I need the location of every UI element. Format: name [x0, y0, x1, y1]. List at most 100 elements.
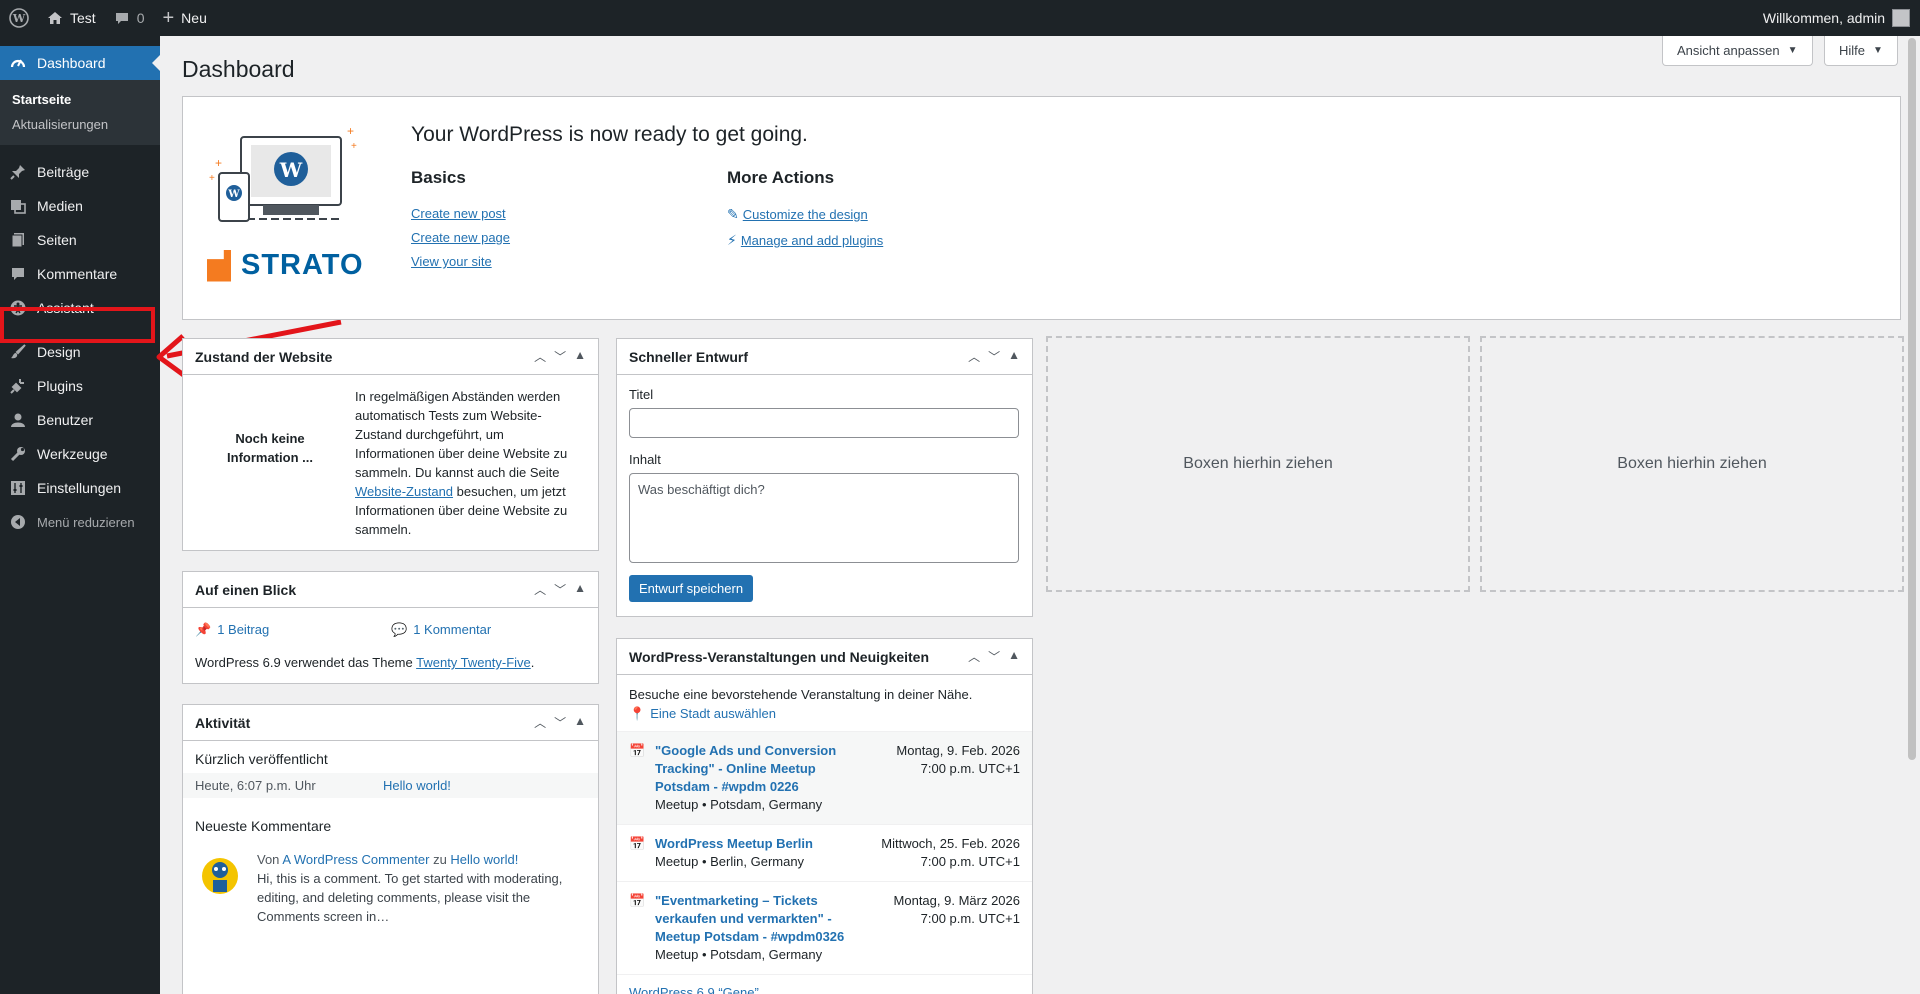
sidebar-item-label: Dashboard: [37, 55, 106, 71]
news-link[interactable]: WordPress 6.9 “Gene”: [629, 985, 759, 994]
sidebar-item-label: Plugins: [37, 378, 83, 394]
move-up-icon[interactable]: ︿: [968, 348, 980, 365]
welcome-panel: W W + + + + STRATO Your WordPress is now…: [182, 96, 1901, 320]
widget-title: Zustand der Website: [195, 348, 333, 365]
at-a-glance-widget: Auf einen Blick ︿ ﹀ ▲ 📌 1 Beitrag 💬 1 Komm…: [182, 571, 599, 684]
collapse-label: Menü reduzieren: [37, 514, 135, 530]
site-health-description: In regelmäßigen Abständen werden automat…: [355, 389, 568, 537]
move-down-icon[interactable]: ﹀: [554, 714, 566, 731]
sidebar-item-dashboard[interactable]: Dashboard: [0, 46, 160, 80]
new-content-link[interactable]: + Neu: [153, 0, 215, 36]
site-health-status: Noch keine Information ...: [227, 431, 313, 465]
comment-bubble-icon: 💬: [391, 622, 408, 637]
sidebar-item-label: Design: [37, 344, 81, 360]
calendar-icon: 📅: [629, 893, 646, 908]
wordpress-logo-icon[interactable]: W: [0, 0, 38, 36]
theme-info: WordPress 6.9 verwendet das Theme Twenty…: [195, 655, 535, 670]
recent-post-link[interactable]: Hello world!: [383, 778, 451, 793]
calendar-icon: 📅: [629, 836, 646, 851]
comment-post-link[interactable]: Hello world!: [450, 852, 518, 867]
site-name-link[interactable]: Test: [38, 0, 105, 36]
help-button[interactable]: Hilfe ▼: [1824, 36, 1898, 66]
comments-count-link[interactable]: 1 Kommentar: [413, 620, 491, 639]
location-pin-icon: 📍: [629, 706, 646, 721]
event-item: 📅 "Eventmarketing – Tickets verkaufen un…: [617, 881, 1032, 974]
sidebar-item-media[interactable]: Medien: [0, 189, 160, 223]
customize-design-link[interactable]: Customize the design: [743, 207, 868, 222]
collapse-toggle-icon[interactable]: ▲: [574, 348, 586, 365]
media-icon: [9, 197, 27, 215]
event-link[interactable]: "Eventmarketing – Tickets verkaufen und …: [655, 893, 844, 944]
screen-options-button[interactable]: Ansicht anpassen ▼: [1662, 36, 1813, 66]
pushpin-icon: [9, 163, 27, 181]
select-city-link[interactable]: Eine Stadt auswählen: [650, 704, 776, 723]
user-icon: [9, 411, 27, 429]
collapse-menu-button[interactable]: Menü reduzieren: [0, 505, 160, 539]
sidebar-item-label: Medien: [37, 198, 83, 214]
submenu-item-home[interactable]: Startseite: [0, 87, 160, 112]
sidebar-item-users[interactable]: Benutzer: [0, 403, 160, 437]
settings-sliders-icon: [9, 479, 27, 497]
dashboard-icon: [9, 54, 27, 72]
caret-down-icon: ▼: [1873, 45, 1883, 56]
create-page-link[interactable]: Create new page: [411, 230, 510, 245]
avatar: [1892, 9, 1910, 27]
help-label: Hilfe: [1839, 43, 1866, 58]
content-label: Inhalt: [629, 452, 661, 467]
move-up-icon[interactable]: ︿: [534, 714, 546, 731]
recent-date: Heute, 6:07 p.m. Uhr: [195, 778, 316, 793]
draft-title-input[interactable]: [629, 408, 1019, 438]
collapse-toggle-icon[interactable]: ▲: [574, 714, 586, 731]
sidebar-item-settings[interactable]: Einstellungen: [0, 471, 160, 505]
events-intro: Besuche eine bevorstehende Veranstaltung…: [629, 687, 973, 702]
move-down-icon[interactable]: ﹀: [988, 648, 1000, 665]
svg-text:W: W: [227, 189, 240, 200]
manage-plugins-link[interactable]: Manage and add plugins: [741, 233, 883, 248]
sidebar-item-plugins[interactable]: Plugins: [0, 369, 160, 403]
account-menu[interactable]: Willkommen, admin: [1754, 0, 1920, 36]
create-post-link[interactable]: Create new post: [411, 206, 510, 221]
comments-count: 0: [136, 10, 145, 26]
page-scrollbar[interactable]: [1908, 38, 1916, 760]
recent-comments-title: Neueste Kommentare: [195, 818, 332, 834]
event-link[interactable]: "Google Ads und Conversion Tracking" - O…: [655, 743, 836, 794]
move-down-icon[interactable]: ﹀: [554, 581, 566, 598]
comments-link[interactable]: 0: [105, 0, 154, 36]
comments-icon: [9, 265, 27, 283]
collapse-toggle-icon[interactable]: ▲: [1008, 648, 1020, 665]
caret-down-icon: ▼: [1787, 45, 1798, 56]
wordpress-devices-illustration: W W + + + +: [209, 124, 357, 222]
annotation-highlight-box: [0, 307, 155, 343]
move-down-icon[interactable]: ﹀: [554, 348, 566, 365]
collapse-toggle-icon[interactable]: ▲: [574, 581, 586, 598]
sidebar-item-comments[interactable]: Kommentare: [0, 257, 160, 291]
site-name: Test: [70, 10, 96, 26]
more-actions-title: More Actions: [727, 168, 835, 187]
save-draft-button[interactable]: Entwurf speichern: [629, 575, 754, 602]
site-health-link[interactable]: Website-Zustand: [355, 484, 453, 499]
collapse-toggle-icon[interactable]: ▲: [1008, 348, 1020, 365]
draft-content-textarea[interactable]: Was beschäftigt dich?: [629, 473, 1019, 563]
move-up-icon[interactable]: ︿: [968, 648, 980, 665]
comment-meta: Von A WordPress Commenter zu Hello world…: [257, 852, 519, 867]
theme-link[interactable]: Twenty Twenty-Five: [416, 655, 531, 670]
widget-title: WordPress-Veranstaltungen und Neuigkeite…: [629, 648, 930, 665]
sidebar-item-tools[interactable]: Werkzeuge: [0, 437, 160, 471]
comment-author-link[interactable]: A WordPress Commenter: [282, 852, 429, 867]
site-health-widget: Zustand der Website ︿ ﹀ ▲ Noch keine Infor…: [182, 338, 599, 551]
view-site-link[interactable]: View your site: [411, 254, 510, 269]
admin-sidebar: Dashboard Startseite Aktualisierungen Be…: [0, 36, 160, 994]
sidebar-item-label: Beiträge: [37, 164, 90, 180]
move-up-icon[interactable]: ︿: [534, 348, 546, 365]
move-down-icon[interactable]: ﹀: [988, 348, 1000, 365]
welcome-text: Willkommen, admin: [1762, 10, 1885, 26]
event-link[interactable]: WordPress Meetup Berlin: [655, 836, 813, 851]
content-placeholder: Was beschäftigt dich?: [638, 482, 765, 497]
admin-bar: W Test 0 + Neu Willkommen, admin: [0, 0, 1920, 36]
sidebar-item-posts[interactable]: Beiträge: [0, 155, 160, 189]
move-up-icon[interactable]: ︿: [534, 581, 546, 598]
commenter-avatar: [202, 858, 238, 894]
posts-count-link[interactable]: 1 Beitrag: [217, 620, 269, 639]
sidebar-item-pages[interactable]: Seiten: [0, 223, 160, 257]
submenu-item-updates[interactable]: Aktualisierungen: [0, 112, 160, 137]
